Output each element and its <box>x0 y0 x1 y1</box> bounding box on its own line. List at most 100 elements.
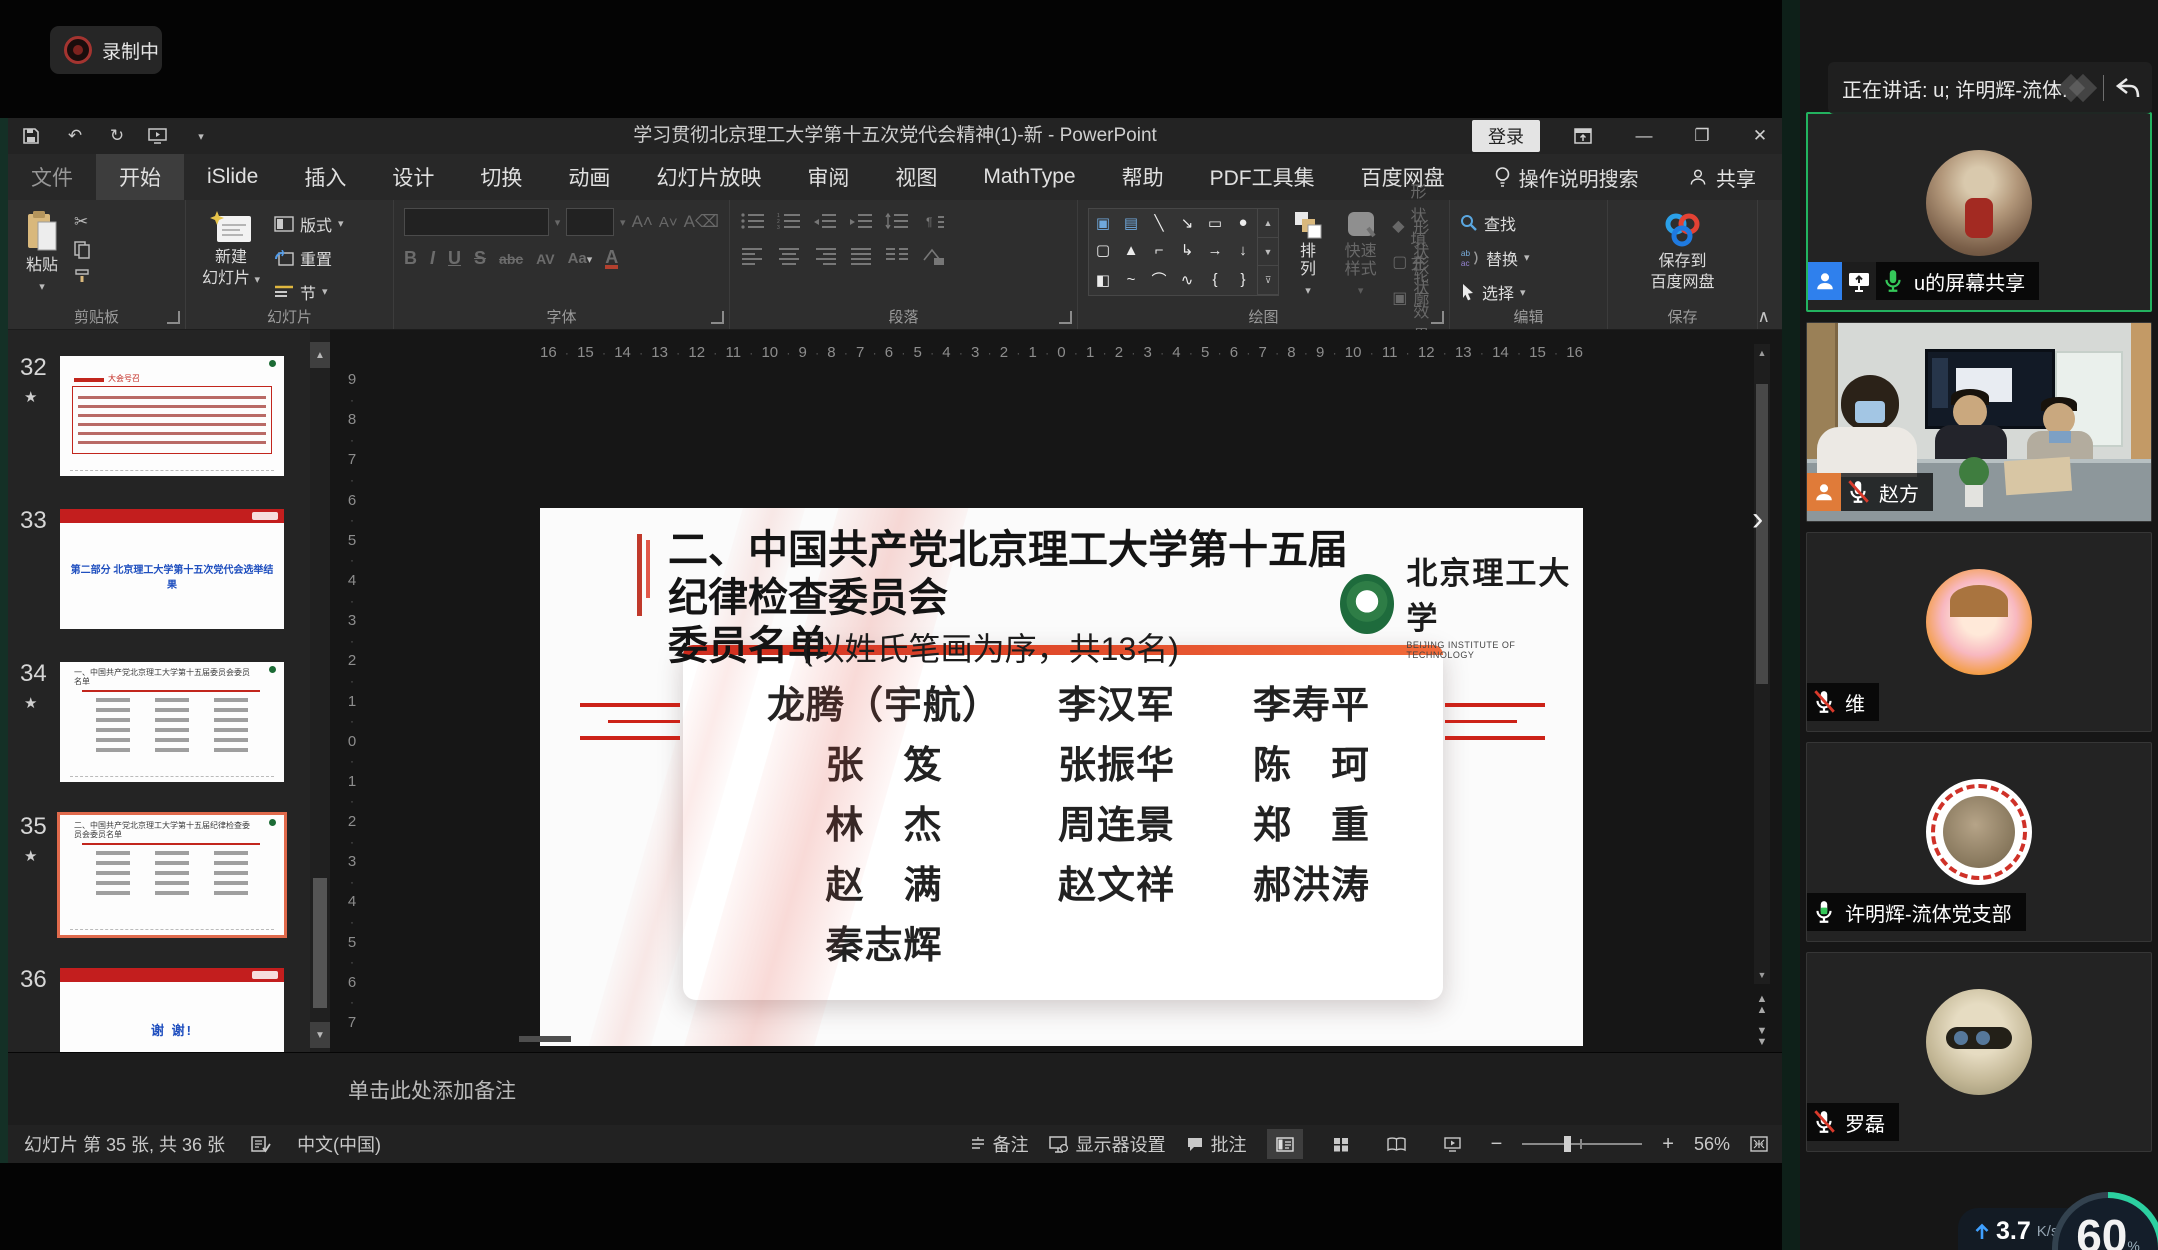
tab-MathType[interactable]: MathType <box>960 154 1098 200</box>
shape-glyph-icon[interactable]: ▭ <box>1208 214 1222 232</box>
notes-placeholder[interactable]: 单击此处添加备注 <box>348 1075 516 1105</box>
arrange-button[interactable]: 排列 ▾ <box>1287 208 1329 305</box>
text-direction-icon[interactable]: ¶ <box>920 212 946 232</box>
underline-button[interactable]: U <box>448 248 461 269</box>
section-button[interactable]: 节▾ <box>274 278 344 305</box>
font-name-input[interactable] <box>404 208 549 236</box>
undo-icon[interactable]: ↶ <box>64 126 86 146</box>
font-size-input[interactable] <box>566 208 614 236</box>
scrollbar-thumb[interactable] <box>313 878 327 1008</box>
view-normal-button[interactable] <box>1267 1129 1303 1159</box>
shape-glyph-icon[interactable]: ▣ <box>1096 214 1110 232</box>
language-indicator[interactable]: 中文(中国) <box>297 1131 381 1157</box>
shape-glyph-icon[interactable]: ◧ <box>1096 271 1110 289</box>
zoom-slider-thumb[interactable] <box>1564 1136 1571 1152</box>
caret-down-icon[interactable]: ▾ <box>620 216 626 229</box>
shapes-gallery[interactable]: ▣▤╲↘▭●▢▲⌐↳→↓◧~⌒∿{} <box>1088 208 1258 296</box>
view-slideshow-button[interactable] <box>1435 1129 1471 1159</box>
find-button[interactable]: 查找 <box>1460 210 1530 236</box>
participant-tile-2[interactable]: 赵方 <box>1806 322 2152 522</box>
comments-button[interactable]: 批注 <box>1186 1131 1247 1157</box>
shape-glyph-icon[interactable]: ↳ <box>1181 241 1194 259</box>
italic-button[interactable]: I <box>430 248 435 269</box>
cut-icon[interactable]: ✂ <box>74 212 92 232</box>
tab-帮助[interactable]: 帮助 <box>1099 154 1187 200</box>
participant-tile-4[interactable]: 许明辉-流体党支部 <box>1806 742 2152 942</box>
tab-插入[interactable]: 插入 <box>281 154 369 200</box>
tell-me-search[interactable]: 操作说明搜索 <box>1494 154 1639 200</box>
shape-glyph-icon[interactable]: } <box>1240 271 1245 288</box>
copy-icon[interactable] <box>74 241 92 259</box>
paragraph-dialog-launcher[interactable] <box>1059 311 1072 324</box>
minimize-button[interactable]: — <box>1632 126 1656 146</box>
layout-button[interactable]: 版式▾ <box>274 210 344 237</box>
scroll-up-icon[interactable]: ▲ <box>310 342 330 368</box>
view-sorter-button[interactable] <box>1323 1129 1359 1159</box>
font-dialog-launcher[interactable] <box>711 311 724 324</box>
scroll-down-icon[interactable]: ▼ <box>1754 966 1770 984</box>
select-button[interactable]: 选择▾ <box>1460 279 1530 305</box>
zoom-level[interactable]: 56% <box>1694 1134 1730 1155</box>
shape-glyph-icon[interactable]: ● <box>1238 214 1247 231</box>
shape-glyph-icon[interactable]: ↘ <box>1181 214 1194 232</box>
close-button[interactable]: ✕ <box>1748 126 1772 146</box>
shape-glyph-icon[interactable]: ∿ <box>1181 271 1194 289</box>
tab-开始[interactable]: 开始 <box>96 154 184 200</box>
clipboard-dialog-launcher[interactable] <box>167 311 180 324</box>
save-icon[interactable] <box>22 127 44 145</box>
previous-slide-button[interactable]: ▲▲ <box>1752 994 1772 1016</box>
zoom-out-button[interactable]: − <box>1491 1133 1503 1156</box>
align-center-icon[interactable] <box>776 246 802 266</box>
strikethrough-button[interactable]: S <box>474 248 486 269</box>
redo-icon[interactable]: ↻ <box>106 126 128 146</box>
participant-tile-1[interactable]: u的屏幕共享 <box>1806 112 2152 312</box>
ribbon-display-options-icon[interactable] <box>1574 128 1598 144</box>
share-button[interactable]: 共享 <box>1688 154 1756 200</box>
tab-设计[interactable]: 设计 <box>369 154 457 200</box>
qat-customize-caret-icon[interactable]: ▾ <box>190 130 212 143</box>
slide-thumbnail-33[interactable]: 第二部分 北京理工大学第十五次党代会选举结果 <box>60 509 284 629</box>
tab-百度网盘[interactable]: 百度网盘 <box>1338 154 1468 200</box>
shape-glyph-icon[interactable]: → <box>1208 242 1223 259</box>
tab-幻灯片放映[interactable]: 幻灯片放映 <box>633 154 784 200</box>
shape-glyph-icon[interactable]: ▢ <box>1096 241 1110 259</box>
clear-formatting-icon[interactable]: A⌫ <box>684 212 719 232</box>
tab-切换[interactable]: 切换 <box>457 154 545 200</box>
smartart-icon[interactable] <box>920 246 946 266</box>
fit-to-window-icon[interactable] <box>1750 1136 1768 1152</box>
bold-button[interactable]: B <box>404 248 417 269</box>
grow-font-icon[interactable]: A˄ <box>632 212 653 232</box>
gallery-more-icon[interactable]: ⊽ <box>1258 266 1278 295</box>
shapes-gallery-scroll[interactable]: ▲ ▼ ⊽ <box>1258 208 1279 296</box>
collapse-ribbon-icon[interactable]: ∧ <box>1758 307 1770 327</box>
shape-glyph-icon[interactable]: ⌒ <box>1151 269 1166 290</box>
notes-toggle[interactable]: 备注 <box>970 1131 1029 1157</box>
performance-gauge[interactable]: 60 % <box>2052 1192 2158 1250</box>
paste-button[interactable]: 粘贴 ▾ <box>18 208 66 305</box>
gallery-up-icon[interactable]: ▲ <box>1258 209 1278 238</box>
numbering-icon[interactable]: 123 <box>776 212 802 232</box>
justify-icon[interactable] <box>848 246 874 266</box>
next-slide-button[interactable]: ▼▼ <box>1752 1026 1772 1048</box>
slide-thumbnail-35[interactable]: 二、中国共产党北京理工大学第十五届纪律检查委员会委员名单 <box>60 815 284 935</box>
slide-thumbnail-34[interactable]: 一、中国共产党北京理工大学第十五届委员会委员名单 <box>60 662 284 782</box>
line-spacing-icon[interactable] <box>884 212 910 232</box>
change-case-button[interactable]: Aa▾ <box>568 250 593 267</box>
text-shadow-button[interactable]: abc <box>499 251 523 267</box>
tab-动画[interactable]: 动画 <box>545 154 633 200</box>
shape-glyph-icon[interactable]: ⌐ <box>1155 242 1164 259</box>
slideshow-from-start-icon[interactable] <box>148 128 170 144</box>
participant-tile-3[interactable]: 维 <box>1806 532 2152 732</box>
columns-icon[interactable] <box>884 246 910 266</box>
horizontal-scrollbar-thumb[interactable] <box>519 1036 571 1042</box>
save-to-baidu-button[interactable]: 保存到 百度网盘 <box>1644 208 1720 305</box>
shape-glyph-icon[interactable]: ~ <box>1127 271 1136 288</box>
new-slide-button[interactable]: 新建 幻灯片 ▾ <box>196 208 266 305</box>
format-painter-icon[interactable] <box>74 268 92 284</box>
zoom-in-button[interactable]: + <box>1662 1133 1674 1156</box>
quick-styles-button[interactable]: 快速样式 ▾ <box>1337 208 1384 305</box>
shape-glyph-icon[interactable]: ╲ <box>1154 214 1163 232</box>
shape-glyph-icon[interactable]: ▲ <box>1124 242 1139 259</box>
font-color-button[interactable]: A <box>605 249 618 269</box>
reply-arrow-icon[interactable] <box>2114 75 2142 101</box>
